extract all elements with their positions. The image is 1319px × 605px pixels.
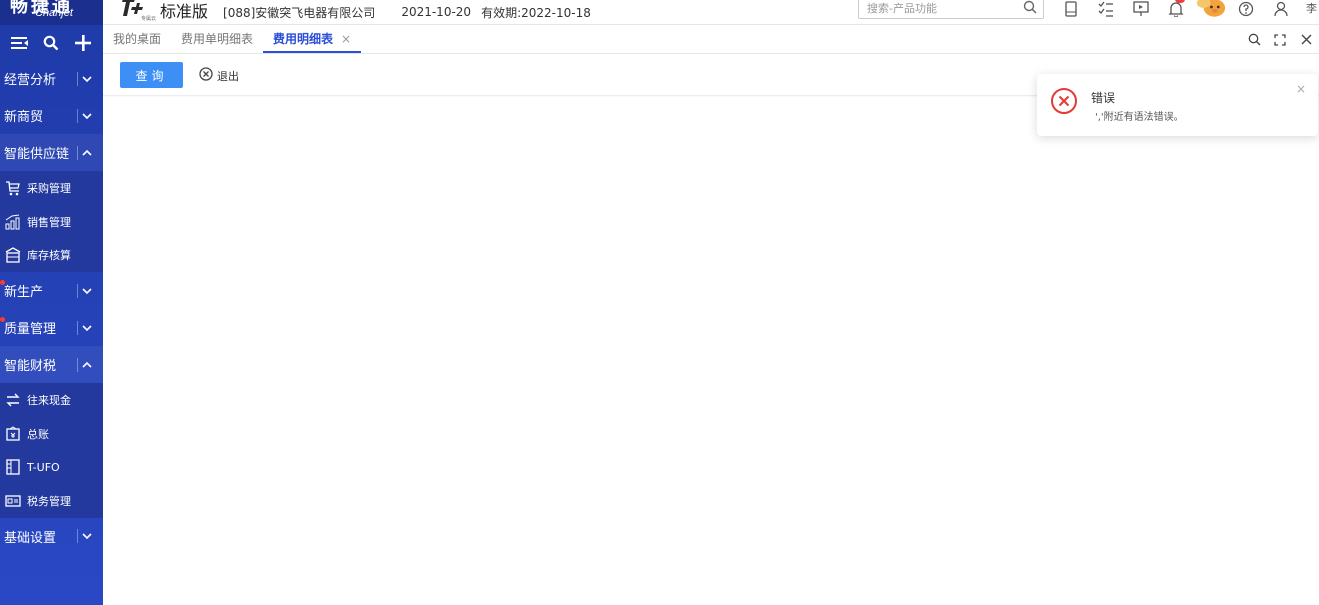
user-icon[interactable] — [1263, 1, 1298, 17]
sidebar: 畅捷通 Chanjet 经营分析 新商贸 智能供应链 采购管理 销售管理 库存核… — [0, 0, 103, 605]
chevron-up-icon[interactable] — [77, 357, 95, 372]
menu-group-label: 基础设置 — [4, 530, 57, 546]
chevron-down-icon[interactable] — [77, 529, 95, 544]
error-title: 错误 — [1091, 91, 1116, 105]
error-icon — [1050, 87, 1078, 115]
product-search-input[interactable]: 搜索-产品功能 — [858, 0, 1044, 19]
error-message: ','附近有语法错误。 — [1095, 112, 1184, 123]
sidebar-item-label: 总账 — [27, 427, 49, 441]
mascot-avatar[interactable] — [1193, 0, 1228, 17]
menu-group-business-analysis[interactable]: 经营分析 — [0, 60, 103, 97]
warehouse-icon — [4, 246, 22, 264]
add-icon[interactable] — [73, 33, 93, 53]
ledger-icon — [4, 425, 22, 443]
sidebar-item-cash[interactable]: 往来现金 — [0, 383, 103, 417]
sidebar-item-label: 库存核算 — [27, 249, 71, 263]
chevron-down-icon[interactable] — [77, 283, 95, 298]
error-notification: 错误 ','附近有语法错误。 × — [1037, 74, 1318, 136]
search-icon[interactable] — [41, 33, 61, 53]
tab-label: 费用明细表 — [273, 32, 334, 46]
sidebar-item-purchase[interactable]: 采购管理 — [0, 171, 103, 205]
sidebar-item-label: 往来现金 — [27, 393, 71, 407]
tab-search-icon[interactable] — [1241, 33, 1267, 46]
sidebar-toolbar — [0, 25, 103, 60]
tab-label: 费用单明细表 — [181, 32, 254, 46]
menu-group-label: 新生产 — [4, 285, 44, 301]
edition-label: 标准版 — [160, 2, 209, 21]
chevron-down-icon[interactable] — [77, 108, 95, 123]
menu-group-supply-chain[interactable]: 智能供应链 — [0, 134, 103, 171]
exit-button[interactable]: 退出 — [199, 67, 239, 84]
chevron-down-icon[interactable] — [77, 71, 95, 86]
bar-chart-icon — [4, 213, 22, 231]
menu-group-basic-settings[interactable]: 基础设置 — [0, 518, 103, 555]
close-circle-icon — [199, 67, 213, 84]
sidebar-item-tax[interactable]: 税务管理 — [0, 484, 103, 518]
product-brand: 专属云 标准版 — [121, 0, 208, 25]
company-name[interactable]: [088]安徽突飞电器有限公司 — [223, 4, 375, 21]
tab-my-desktop[interactable]: 我的桌面 — [103, 24, 171, 53]
brand-subtitle: 专属云 — [141, 15, 157, 22]
query-button[interactable]: 查询 — [120, 62, 183, 88]
menu-group-label: 新商贸 — [4, 110, 44, 125]
presentation-icon[interactable] — [1123, 0, 1158, 17]
tab-bar: 我的桌面 费用单明细表 费用明细表 × — [103, 25, 1319, 54]
validity-date: 有效期:2022-10-18 — [481, 5, 591, 20]
tax-card-icon — [4, 492, 22, 510]
sidebar-item-sales[interactable]: 销售管理 — [0, 204, 103, 239]
menu-group-finance-tax[interactable]: 智能财税 — [0, 346, 103, 384]
tab-label: 我的桌面 — [113, 32, 162, 46]
search-placeholder: 搜索-产品功能 — [867, 2, 937, 15]
chanjet-logo: 畅捷通 Chanjet — [0, 0, 103, 25]
exit-label: 退出 — [217, 69, 239, 83]
notification-badge — [1175, 0, 1185, 3]
search-icon[interactable] — [1023, 0, 1037, 17]
close-all-icon[interactable] — [1293, 34, 1319, 45]
sidebar-item-label: 销售管理 — [27, 215, 71, 229]
mobile-app-icon[interactable] — [1053, 0, 1088, 17]
menu-group-label: 经营分析 — [4, 73, 57, 88]
notification-close-icon[interactable]: × — [1296, 82, 1306, 96]
tab-close-icon[interactable]: × — [341, 32, 351, 46]
building-icon — [4, 458, 22, 476]
menu-group-label: 智能供应链 — [4, 147, 70, 162]
menu-group-label: 质量管理 — [4, 322, 57, 338]
header-icon-bar — [1053, 0, 1298, 17]
menu-group-new-production[interactable]: 新生产 — [0, 272, 103, 309]
sidebar-item-label: 采购管理 — [27, 181, 71, 195]
sidebar-item-label: 税务管理 — [27, 494, 71, 508]
sidebar-item-inventory[interactable]: 库存核算 — [0, 238, 103, 273]
menu-group-quality[interactable]: 质量管理 — [0, 309, 103, 346]
sidebar-item-tufo[interactable]: T-UFO — [0, 450, 103, 485]
help-icon[interactable] — [1228, 1, 1263, 17]
cart-icon — [4, 179, 22, 197]
login-date: 2021-10-20 — [401, 5, 472, 19]
bell-icon[interactable] — [1158, 0, 1193, 17]
top-header: 专属云 标准版 [088]安徽突飞电器有限公司 2021-10-20 有效期:2… — [103, 0, 1319, 25]
menu-collapse-icon[interactable] — [10, 33, 30, 53]
sidebar-item-label: T-UFO — [27, 460, 60, 474]
exchange-icon — [4, 391, 22, 409]
fullscreen-icon[interactable] — [1267, 33, 1293, 46]
menu-group-label: 智能财税 — [4, 359, 57, 375]
report-content-area — [103, 97, 1319, 605]
tab-tools — [1241, 25, 1319, 54]
chevron-up-icon[interactable] — [77, 145, 95, 160]
menu-group-new-trade[interactable]: 新商贸 — [0, 97, 103, 134]
user-name[interactable]: 李 — [1306, 0, 1317, 16]
task-list-icon[interactable] — [1088, 1, 1123, 17]
logo-en-text: Chanjet — [35, 7, 73, 19]
sidebar-item-ledger[interactable]: 总账 — [0, 416, 103, 451]
chevron-down-icon[interactable] — [77, 320, 95, 335]
tab-expense-detail[interactable]: 费用单明细表 — [171, 24, 263, 53]
tab-expense-details-active[interactable]: 费用明细表 × — [263, 24, 362, 53]
